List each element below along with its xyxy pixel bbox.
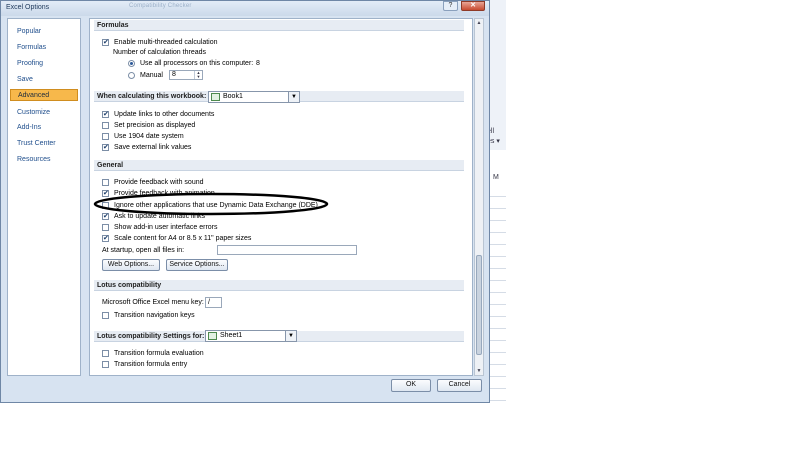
- manual-threads-stepper[interactable]: 8 ▲ ▼: [169, 70, 203, 80]
- sheet-select-value: Sheet1: [220, 332, 243, 339]
- transition-nav-keys-checkbox[interactable]: [102, 312, 109, 319]
- transition-nav-keys-label: Transition navigation keys: [114, 312, 195, 319]
- precision-checkbox[interactable]: [102, 122, 109, 129]
- menu-key-input[interactable]: /: [205, 297, 222, 308]
- excel-options-dialog: Excel Options Compatibility Checker ? ✕ …: [0, 0, 490, 403]
- section-general: General: [94, 160, 464, 171]
- section-lotus: Lotus compatibility: [94, 280, 464, 291]
- scrollbar-thumb[interactable]: [476, 255, 482, 355]
- ignore-dde-label: Ignore other applications that use Dynam…: [114, 202, 318, 209]
- nav-item-customize[interactable]: Customize: [10, 107, 78, 119]
- transition-formula-entry-label: Transition formula entry: [114, 361, 188, 368]
- workbook-select[interactable]: Book1 ▼: [208, 91, 300, 103]
- sheet-select[interactable]: Sheet1 ▼: [205, 330, 297, 342]
- precision-label: Set precision as displayed: [114, 122, 196, 129]
- feedback-sound-checkbox[interactable]: [102, 179, 109, 186]
- advanced-options-panel: Formulas Enable multi-threaded calculati…: [89, 18, 473, 376]
- nav-item-formulas[interactable]: Formulas: [10, 42, 78, 54]
- ghost-title: Compatibility Checker: [129, 3, 192, 9]
- addin-errors-label: Show add-in user interface errors: [114, 224, 218, 231]
- scale-content-label: Scale content for A4 or 8.5 x 11" paper …: [114, 235, 252, 242]
- processor-count: 8: [256, 60, 260, 67]
- manual-threads-label: Manual: [140, 72, 163, 79]
- dialog-title: Excel Options: [6, 4, 50, 11]
- manual-threads-value: 8: [172, 71, 176, 78]
- nav-item-trust-center[interactable]: Trust Center: [10, 138, 78, 150]
- update-links-label: Update links to other documents: [114, 111, 215, 118]
- cancel-button[interactable]: Cancel: [437, 379, 482, 392]
- title-bar[interactable]: Excel Options Compatibility Checker ? ✕: [1, 1, 489, 16]
- workbook-select-value: Book1: [223, 93, 243, 100]
- nav-item-add-ins[interactable]: Add-Ins: [10, 122, 78, 134]
- startup-folder-label: At startup, open all files in:: [102, 247, 185, 254]
- options-scrollbar[interactable]: ▲ ▼: [474, 18, 484, 376]
- nav-item-advanced[interactable]: Advanced: [10, 89, 78, 101]
- threads-label: Number of calculation threads: [113, 49, 206, 56]
- ask-update-links-label: Ask to update automatic links: [114, 213, 206, 220]
- help-button[interactable]: ?: [443, 1, 458, 11]
- manual-threads-radio[interactable]: [128, 72, 135, 79]
- close-button[interactable]: ✕: [461, 1, 485, 11]
- menu-key-label: Microsoft Office Excel menu key:: [102, 299, 204, 306]
- nav-item-save[interactable]: Save: [10, 74, 78, 86]
- external-links-label: Save external link values: [114, 144, 192, 151]
- chevron-down-icon[interactable]: ▼: [285, 331, 296, 341]
- scroll-down-icon[interactable]: ▼: [475, 367, 483, 375]
- feedback-animation-label: Provide feedback with animation: [114, 190, 215, 197]
- startup-folder-input[interactable]: [217, 245, 357, 255]
- feedback-sound-label: Provide feedback with sound: [114, 179, 204, 186]
- addin-errors-checkbox[interactable]: [102, 224, 109, 231]
- scroll-up-icon[interactable]: ▲: [475, 19, 483, 27]
- transition-formula-eval-label: Transition formula evaluation: [114, 350, 204, 357]
- nav-item-resources[interactable]: Resources: [10, 154, 78, 166]
- close-icon: ✕: [470, 2, 476, 9]
- date-1904-label: Use 1904 date system: [114, 133, 184, 140]
- transition-formula-eval-checkbox[interactable]: [102, 350, 109, 357]
- ignore-dde-checkbox[interactable]: [102, 202, 109, 209]
- external-links-checkbox[interactable]: [102, 142, 109, 153]
- section-formulas: Formulas: [94, 20, 464, 31]
- options-nav: Popular Formulas Proofing Save Advanced …: [7, 18, 81, 376]
- nav-item-proofing[interactable]: Proofing: [10, 58, 78, 70]
- update-links-checkbox[interactable]: [102, 109, 109, 120]
- nav-item-popular[interactable]: Popular: [10, 26, 78, 38]
- workbook-icon: [211, 93, 220, 101]
- web-options-button[interactable]: Web Options...: [102, 259, 160, 271]
- help-icon: ?: [448, 2, 453, 9]
- use-all-processors-label: Use all processors on this computer:: [140, 60, 254, 67]
- use-all-processors-radio[interactable]: [128, 60, 135, 67]
- feedback-animation-checkbox[interactable]: [102, 188, 109, 199]
- date-1904-checkbox[interactable]: [102, 133, 109, 140]
- column-header: M: [493, 174, 499, 181]
- transition-formula-entry-checkbox[interactable]: [102, 361, 109, 368]
- chevron-down-icon[interactable]: ▼: [288, 92, 299, 102]
- service-options-button[interactable]: Service Options...: [166, 259, 228, 271]
- scale-content-checkbox[interactable]: [102, 233, 109, 244]
- stepper-arrows-icon[interactable]: ▲ ▼: [194, 71, 202, 79]
- sheet-icon: [208, 332, 217, 340]
- ok-button[interactable]: OK: [391, 379, 431, 392]
- multithread-checkbox[interactable]: [102, 37, 109, 48]
- ask-update-links-checkbox[interactable]: [102, 211, 109, 222]
